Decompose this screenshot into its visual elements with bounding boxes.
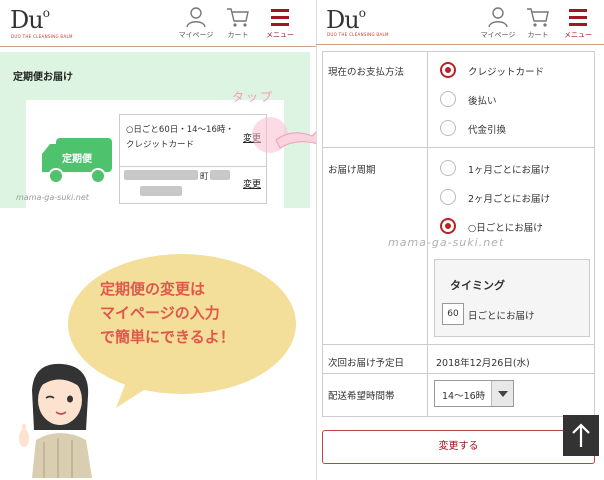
right-header-divider xyxy=(316,44,604,45)
delivery-time-value: 14～16時 xyxy=(442,391,486,402)
timing-days-input[interactable]: 60 xyxy=(442,303,464,325)
cycle-1month-radio[interactable] xyxy=(440,160,456,176)
screenshot-composite: Duo DUO THE CLEANSING BALM マイページ カート メニュ… xyxy=(0,0,604,480)
payment-method-label: 現在のお支払方法 xyxy=(328,67,405,78)
right-brand-subtitle: DUO THE CLEANSING BALM xyxy=(327,32,389,37)
right-mypage-label: マイページ xyxy=(480,31,516,39)
cycle-days-radio[interactable] xyxy=(440,218,456,234)
speech-bubble-tail xyxy=(116,382,150,408)
right-cart-nav[interactable]: カート xyxy=(518,6,558,40)
right-brand-logo[interactable]: Duo xyxy=(326,6,366,34)
watermark-right: mama-ga-suki.net xyxy=(388,236,505,249)
form-row-divider xyxy=(322,373,595,374)
bubble-line-1: 定期便の変更は xyxy=(100,280,206,298)
cycle-2month-label[interactable]: 2ヶ月ごとにお届け xyxy=(468,191,550,205)
right-mypage-nav[interactable]: マイページ xyxy=(478,6,518,40)
speech-bubble-text: 定期便の変更は マイページの入力 で簡単にできるよ！ xyxy=(100,277,300,349)
menu-label: メニュー xyxy=(266,31,294,39)
next-delivery-label: 次回お届け予定日 xyxy=(328,358,405,369)
right-cart-label: カート xyxy=(527,31,549,39)
redacted-address-2 xyxy=(210,170,230,180)
hamburger-icon xyxy=(569,9,587,26)
plan-summary: ○日ごと60日・14～16時・クレジットカード xyxy=(126,125,234,150)
next-delivery-value: 2018年12月26日(水) xyxy=(436,358,530,369)
brand-text: Du xyxy=(10,6,44,34)
payment-cod-label[interactable]: 代金引換 xyxy=(468,122,506,136)
brand-sup: o xyxy=(42,6,50,20)
cart-nav[interactable]: カート xyxy=(218,6,258,40)
payment-cod-radio[interactable] xyxy=(440,120,456,136)
change-address-link[interactable]: 変更 xyxy=(243,177,261,190)
brand-subtitle: DUO THE CLEANSING BALM xyxy=(11,34,73,39)
girl-character-illustration xyxy=(19,363,92,478)
mypage-nav[interactable]: マイページ xyxy=(176,6,216,40)
watermark-left: mama-ga-suki.net xyxy=(16,193,89,202)
form-row-divider xyxy=(322,344,595,345)
cycle-1month-label[interactable]: 1ヶ月ごとにお届け xyxy=(468,162,550,176)
redacted-address-1 xyxy=(124,170,198,180)
chevron-down-icon[interactable] xyxy=(491,381,513,406)
right-menu-label: メニュー xyxy=(564,31,592,39)
right-menu-nav[interactable]: メニュー xyxy=(558,6,598,40)
truck-label: 定期便 xyxy=(62,154,92,165)
mypage-label: マイページ xyxy=(178,31,214,39)
payment-credit-radio[interactable] xyxy=(440,62,456,78)
person-icon xyxy=(186,7,206,28)
timing-box xyxy=(434,259,590,337)
payment-credit-label[interactable]: クレジットカード xyxy=(468,64,544,78)
delivery-time-label: 配送希望時間帯 xyxy=(328,391,395,402)
delivery-cycle-label: お届け周期 xyxy=(328,165,376,176)
tap-annotation: タップ xyxy=(232,90,275,104)
timing-title: タイミング xyxy=(450,279,505,292)
cart-label: カート xyxy=(227,31,249,39)
timing-days-suffix: 日ごとにお届け xyxy=(468,311,535,322)
brand-logo[interactable]: Duo xyxy=(10,6,50,34)
cart-icon xyxy=(527,8,549,27)
payment-postpay-label[interactable]: 後払い xyxy=(468,93,497,107)
scroll-to-top-button[interactable] xyxy=(563,415,599,456)
hamburger-icon xyxy=(271,9,289,26)
menu-nav[interactable]: メニュー xyxy=(260,6,300,40)
cycle-2month-radio[interactable] xyxy=(440,189,456,205)
arrow-up-icon xyxy=(572,423,590,447)
cycle-days-label[interactable]: ○日ごとにお届け xyxy=(468,220,543,234)
person-icon xyxy=(488,7,508,28)
address-suffix: 町 xyxy=(200,172,209,182)
right-brand-text: Du xyxy=(326,6,360,34)
bubble-line-2: マイページの入力 xyxy=(100,304,220,322)
cart-icon xyxy=(227,8,249,27)
plan-info-divider xyxy=(119,166,267,167)
right-brand-sup: o xyxy=(358,6,366,20)
payment-postpay-radio[interactable] xyxy=(440,91,456,107)
section-title: 定期便お届け xyxy=(13,72,73,83)
redacted-address-3 xyxy=(140,186,182,196)
form-column-divider xyxy=(427,51,428,417)
submit-change-button[interactable]: 変更する xyxy=(322,430,595,464)
bubble-line-3: で簡単にできるよ！ xyxy=(100,328,235,346)
form-row-divider xyxy=(322,147,595,148)
